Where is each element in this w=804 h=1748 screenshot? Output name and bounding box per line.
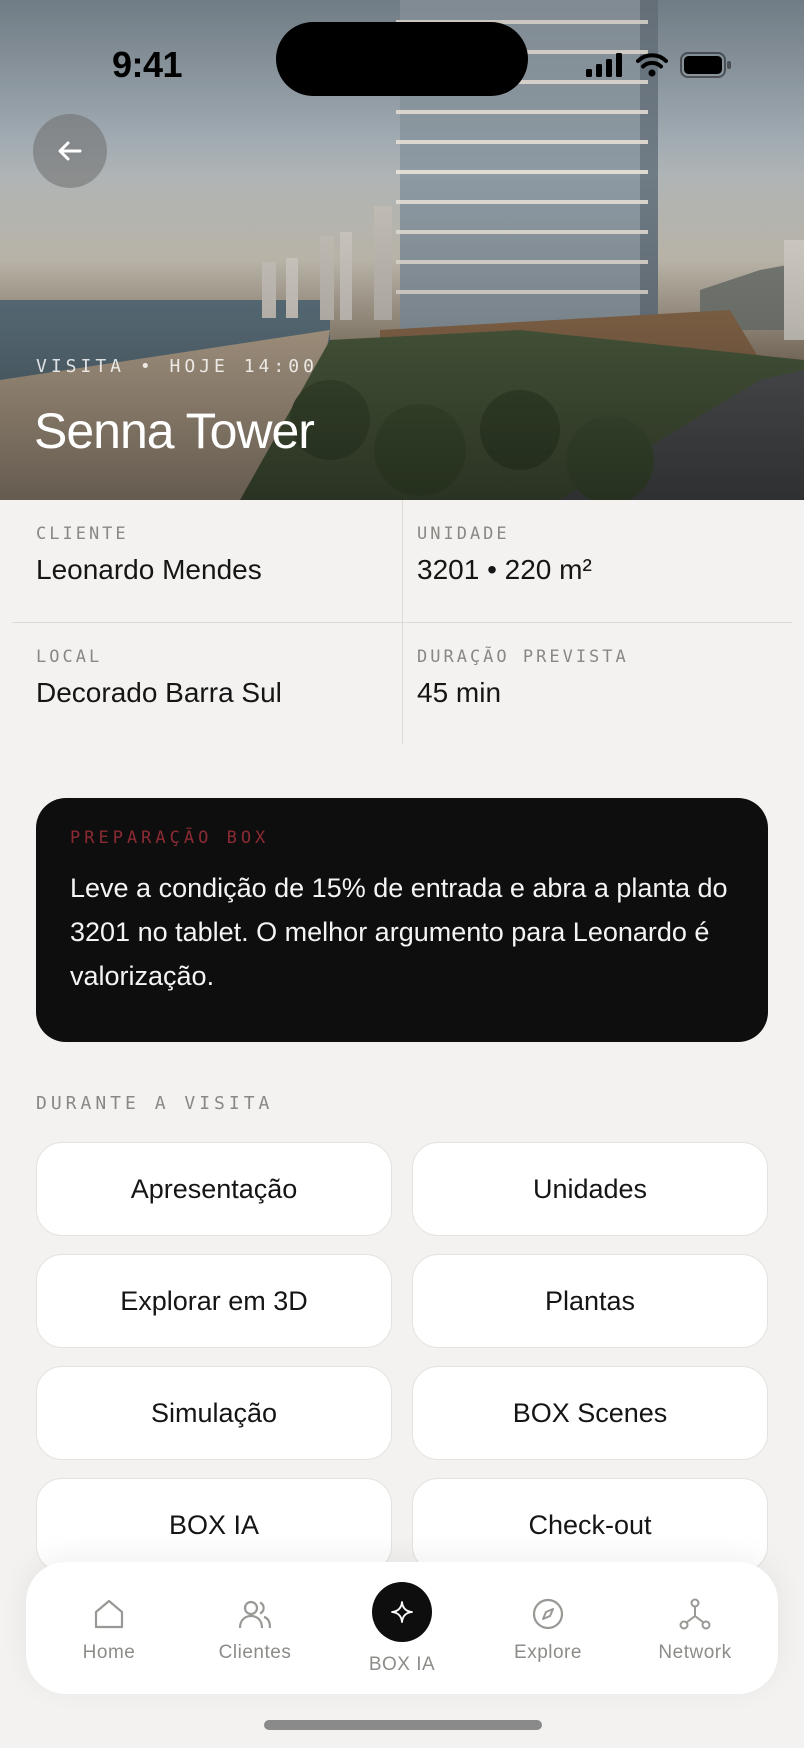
prep-text: Leve a condição de 15% de entrada e abra…: [70, 873, 728, 991]
tab-network[interactable]: Network: [622, 1562, 768, 1694]
visit-info-grid: CLIENTE Leonardo Mendes UNIDADE 3201 • 2…: [12, 500, 792, 744]
page-title: Senna Tower: [34, 403, 315, 459]
status-time: 9:41: [112, 44, 183, 85]
tab-label: Explore: [514, 1642, 582, 1663]
battery-icon: [680, 52, 731, 78]
tab-clients[interactable]: Clientes: [182, 1562, 328, 1694]
simulation-button[interactable]: Simulação: [36, 1366, 392, 1460]
prep-label: PREPARAÇÃO BOX: [70, 828, 270, 848]
info-value: Leonardo Mendes: [36, 554, 262, 585]
presentation-button[interactable]: Apresentação: [36, 1142, 392, 1236]
wifi-icon: [636, 53, 668, 77]
box-ia-button[interactable]: BOX IA: [36, 1478, 392, 1572]
info-client: CLIENTE Leonardo Mendes: [12, 500, 402, 622]
dynamic-island: [276, 22, 528, 96]
floor-plans-button[interactable]: Plantas: [412, 1254, 768, 1348]
info-value: Decorado Barra Sul: [36, 677, 282, 708]
signal-icon: [586, 53, 622, 77]
info-location: LOCAL Decorado Barra Sul: [12, 623, 402, 745]
section-label: DURANTE A VISITA: [36, 1093, 274, 1114]
box-scenes-button[interactable]: BOX Scenes: [412, 1366, 768, 1460]
sparkle-icon: [372, 1582, 432, 1642]
tab-home[interactable]: Home: [36, 1562, 182, 1694]
status-icons: [586, 52, 732, 78]
compass-icon: [531, 1596, 565, 1632]
arrow-left-icon: [58, 141, 82, 161]
explore-3d-button[interactable]: Explorar em 3D: [36, 1254, 392, 1348]
info-label: UNIDADE: [417, 524, 510, 544]
visit-schedule: VISITA • HOJE 14:00: [36, 356, 318, 377]
info-label: DURAÇÃO PREVISTA: [417, 647, 629, 667]
info-label: CLIENTE: [36, 524, 129, 544]
users-icon: [237, 1596, 273, 1632]
home-indicator: [264, 1720, 542, 1730]
info-unit: UNIDADE 3201 • 220 m²: [402, 500, 792, 622]
tab-bar: Home Clientes BOX IA Explore Network: [26, 1562, 778, 1694]
checkout-button[interactable]: Check-out: [412, 1478, 768, 1572]
info-label: LOCAL: [36, 647, 103, 667]
visit-detail-screen: 9:41 VISITA • HOJE 14:00 Senna Tower CLI…: [0, 0, 804, 1748]
home-icon: [92, 1596, 126, 1632]
tab-label: Network: [658, 1642, 732, 1663]
network-icon: [678, 1596, 712, 1632]
info-value: 3201 • 220 m²: [417, 554, 592, 585]
info-duration: DURAÇÃO PREVISTA 45 min: [402, 623, 792, 745]
tab-box-ia[interactable]: BOX IA: [329, 1562, 475, 1694]
tab-label: Home: [82, 1642, 136, 1663]
back-button[interactable]: [33, 114, 107, 188]
info-value: 45 min: [417, 677, 502, 708]
tab-label: Clientes: [218, 1642, 292, 1663]
tab-label: BOX IA: [368, 1654, 436, 1675]
tab-explore[interactable]: Explore: [475, 1562, 621, 1694]
prep-card: PREPARAÇÃO BOX Leve a condição de 15% de…: [36, 798, 768, 1042]
units-button[interactable]: Unidades: [412, 1142, 768, 1236]
